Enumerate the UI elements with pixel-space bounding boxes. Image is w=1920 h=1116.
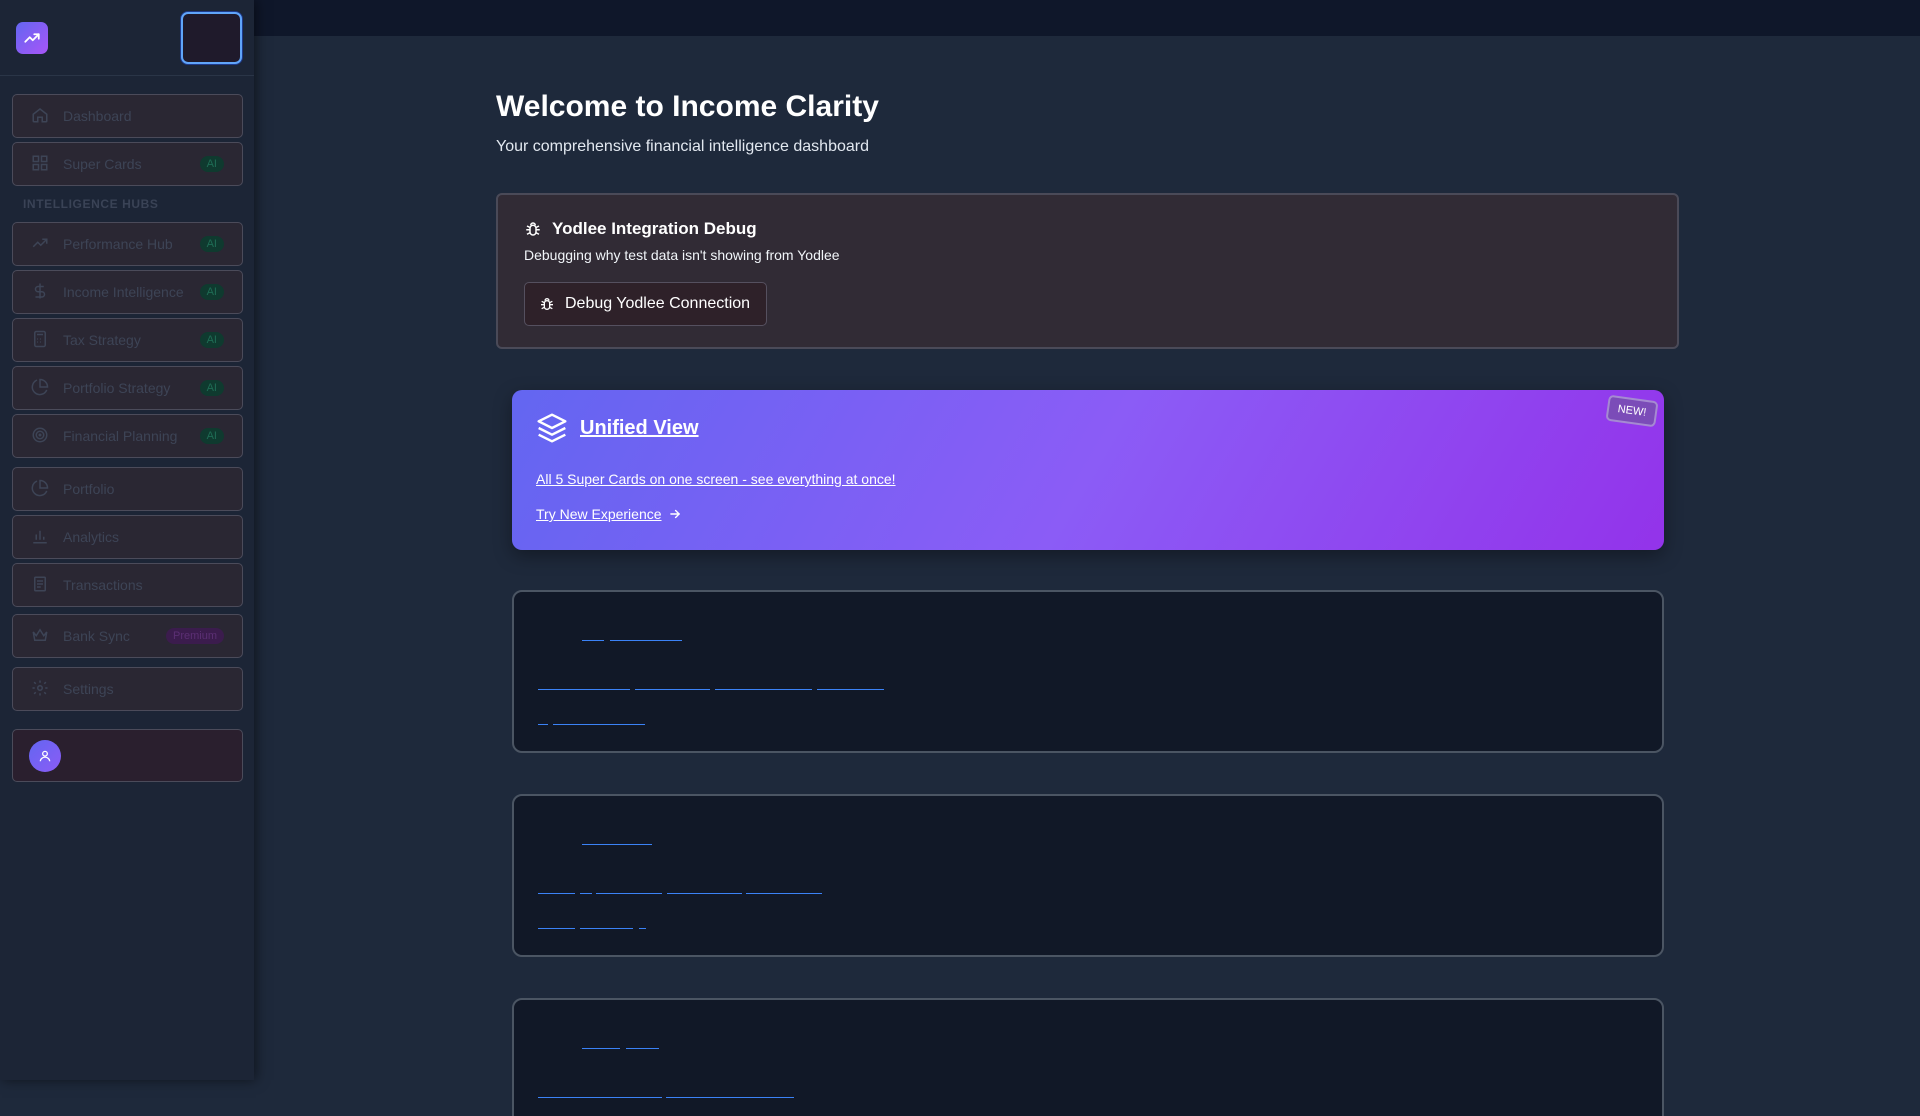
premium-badge: Premium — [165, 628, 224, 644]
sidebar-header — [0, 0, 254, 76]
sidebar-item-income-intelligence[interactable]: Income Intelligence AI — [12, 270, 243, 314]
placeholder-line — [582, 1048, 620, 1049]
trending-up-icon — [31, 234, 51, 254]
sidebar-item-settings[interactable]: Settings — [12, 667, 243, 711]
yodlee-debug-card: Yodlee Integration Debug Debugging why t… — [496, 193, 1679, 349]
sidebar-item-analytics[interactable]: Analytics — [12, 515, 243, 559]
placeholder-line — [553, 724, 645, 725]
app-logo[interactable] — [16, 22, 48, 54]
placeholder-line — [582, 640, 604, 641]
layers-icon — [536, 412, 568, 444]
placeholder-line — [582, 844, 652, 845]
placeholder-line — [746, 893, 822, 894]
ai-badge: AI — [199, 380, 224, 396]
debug-button-label: Debug Yodlee Connection — [565, 295, 751, 312]
sidebar: Dashboard Super Cards AI INTELLIGENCE HU… — [0, 0, 254, 1080]
sidebar-item-performance-hub[interactable]: Performance Hub AI — [12, 222, 243, 266]
unified-view-card[interactable]: Unified View NEW! All 5 Super Cards on o… — [512, 390, 1664, 550]
target-icon — [31, 426, 51, 446]
sidebar-item-label: Income Intelligence — [63, 284, 184, 300]
sidebar-item-dashboard[interactable]: Dashboard — [12, 94, 243, 138]
placeholder-line — [715, 689, 812, 690]
placeholder-line — [666, 1097, 794, 1098]
sidebar-item-bank-sync[interactable]: Bank Sync Premium — [12, 614, 243, 658]
sidebar-item-portfolio[interactable]: Portfolio — [12, 467, 243, 511]
ai-badge: AI — [199, 236, 224, 252]
bug-icon — [524, 220, 542, 238]
page-subtitle: Your comprehensive financial intelligenc… — [496, 138, 869, 155]
ai-badge: AI — [199, 332, 224, 348]
placeholder-line — [538, 1097, 662, 1098]
placeholder-line — [817, 689, 884, 690]
sidebar-item-super-cards[interactable]: Super Cards AI — [12, 142, 243, 186]
trending-up-icon — [24, 33, 40, 43]
home-icon — [31, 106, 51, 126]
ai-badge: AI — [199, 428, 224, 444]
sidebar-item-portfolio-strategy[interactable]: Portfolio Strategy AI — [12, 366, 243, 410]
debug-title-text: Yodlee Integration Debug — [552, 219, 757, 238]
crown-icon — [31, 626, 51, 646]
avatar — [29, 739, 61, 772]
debug-card-title: Yodlee Integration Debug — [524, 219, 757, 239]
placeholder-line — [635, 689, 710, 690]
sidebar-item-transactions[interactable]: Transactions — [12, 563, 243, 607]
user-profile-card[interactable] — [12, 729, 243, 782]
calculator-icon — [31, 330, 51, 350]
sidebar-item-label: Tax Strategy — [63, 332, 141, 348]
sidebar-item-label: Transactions — [63, 577, 143, 593]
sidebar-item-label: Super Cards — [63, 156, 142, 172]
sidebar-item-label: Dashboard — [63, 108, 132, 124]
sidebar-item-label: Analytics — [63, 529, 120, 545]
new-badge: NEW! — [1605, 394, 1659, 428]
unified-view-title: Unified View — [536, 412, 699, 444]
placeholder-line — [580, 928, 633, 929]
pie-chart-icon — [31, 378, 51, 398]
placeholder-line — [667, 893, 742, 894]
try-new-experience-link[interactable]: Try New Experience — [536, 506, 682, 522]
top-bar — [254, 0, 1920, 36]
user-icon — [39, 750, 51, 761]
loading-card[interactable] — [512, 794, 1664, 957]
page-title: Welcome to Income Clarity — [496, 90, 879, 123]
placeholder-line — [538, 928, 575, 929]
placeholder-line — [580, 893, 592, 894]
sidebar-item-financial-planning[interactable]: Financial Planning AI — [12, 414, 243, 458]
arrow-right-icon — [668, 507, 682, 521]
placeholder-line — [639, 928, 646, 929]
unified-view-title-text[interactable]: Unified View — [580, 417, 699, 440]
sidebar-toggle-button[interactable] — [181, 12, 242, 64]
placeholder-line — [610, 640, 682, 641]
unified-view-description: All 5 Super Cards on one screen - see ev… — [536, 471, 896, 487]
dollar-icon — [31, 282, 51, 302]
sidebar-item-tax-strategy[interactable]: Tax Strategy AI — [12, 318, 243, 362]
sidebar-item-label: Settings — [63, 681, 114, 697]
bar-chart-icon — [31, 527, 51, 547]
ai-badge: AI — [199, 156, 224, 172]
placeholder-line — [596, 893, 662, 894]
placeholder-line — [538, 689, 630, 690]
loading-card[interactable] — [512, 998, 1664, 1116]
gear-icon — [31, 679, 51, 699]
debug-yodlee-connection-button[interactable]: Debug Yodlee Connection — [524, 282, 767, 326]
try-new-experience-label: Try New Experience — [536, 506, 662, 522]
pie-chart-icon — [31, 479, 51, 499]
section-label-intelligence-hubs: INTELLIGENCE HUBS — [23, 197, 159, 211]
sidebar-item-label: Portfolio Strategy — [63, 380, 171, 396]
sidebar-item-label: Performance Hub — [63, 236, 173, 252]
receipt-icon — [31, 575, 51, 595]
ai-badge: AI — [199, 284, 224, 300]
sidebar-item-label: Portfolio — [63, 481, 115, 497]
loading-card[interactable] — [512, 590, 1664, 753]
placeholder-line — [538, 893, 575, 894]
grid-icon — [31, 154, 51, 174]
placeholder-line — [538, 724, 548, 725]
sidebar-item-label: Bank Sync — [63, 628, 130, 644]
sidebar-item-label: Financial Planning — [63, 428, 178, 444]
placeholder-line — [626, 1048, 659, 1049]
bug-icon — [539, 296, 555, 312]
debug-description: Debugging why test data isn't showing fr… — [524, 247, 840, 263]
